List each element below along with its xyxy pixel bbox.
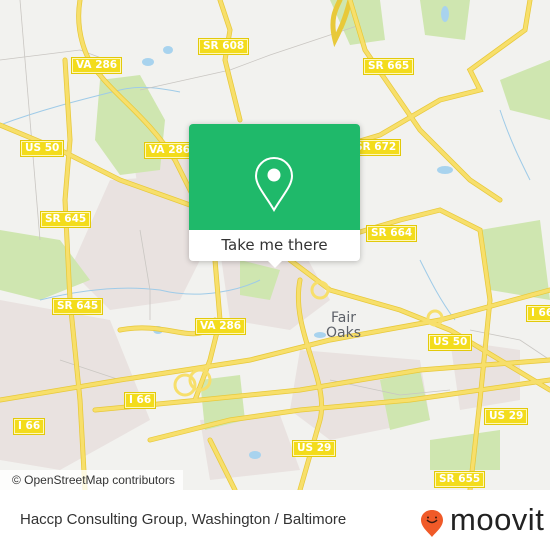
map-attribution[interactable]: © OpenStreetMap contributors [0,470,183,490]
road-shield-i66: I 66 [124,392,157,409]
road-shield-us29: US 29 [292,440,337,457]
moovit-pin-icon [421,510,443,537]
map[interactable]: VA 286 SR 608 SR 665 US 50 VA 286 SR 672… [0,0,550,490]
moovit-wordmark: moovit [450,502,545,537]
business-title: Haccp Consulting Group, Washington / Bal… [20,511,347,528]
road-shield-va286: VA 286 [144,142,196,159]
road-shield-sr645: SR 645 [52,298,104,315]
road-shield-sr608: SR 608 [198,38,250,55]
road-shield-i66: I 66 [13,418,46,435]
place-label-fair-oaks: Fair Oaks [326,310,361,341]
road-shield-us29: US 29 [484,408,529,425]
road-shield-us50: US 50 [20,140,65,157]
location-pin-icon [254,156,294,213]
popup-pointer [267,260,283,268]
location-popup: Take me there [189,124,360,268]
popup-header [189,124,360,230]
footer: Haccp Consulting Group, Washington / Bal… [0,490,550,550]
road-shield-va286: VA 286 [195,318,247,335]
road-shield-us50: US 50 [428,334,473,351]
road-shield-sr664: SR 664 [366,225,418,242]
road-shield-sr655: SR 655 [434,471,486,488]
road-shield-sr665: SR 665 [363,58,415,75]
road-shield-va286: VA 286 [71,57,123,74]
take-me-there-button[interactable]: Take me there [189,230,360,261]
road-shield-sr645: SR 645 [40,211,92,228]
road-shield-i66: I 66 [526,305,550,322]
